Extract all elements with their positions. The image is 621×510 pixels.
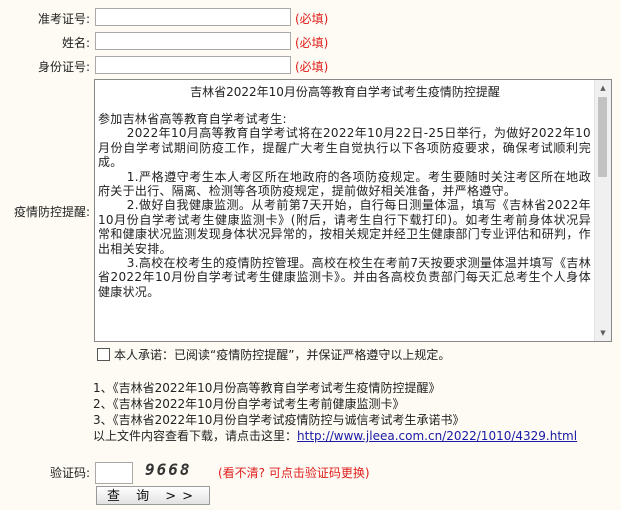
document-item: 2、《吉林省2022年10月份自学考试考生考前健康监测卡》 xyxy=(93,397,405,411)
download-line: 以上文件内容查看下载，请点击这里：http://www.jleea.com.cn… xyxy=(93,428,577,444)
scroll-up-arrow-icon[interactable]: ▲ xyxy=(595,80,611,96)
notice-body: 参加吉林省高等教育自学考试考生: 2022年10月高等教育自学考试将在2022年… xyxy=(98,112,591,339)
notice-paragraph: 2.做好自我健康监测。从考前第7天开始，自行每日测量体温，填写《吉林省2022年… xyxy=(98,198,591,256)
scroll-down-arrow-icon[interactable]: ▼ xyxy=(595,325,611,341)
captcha-image[interactable]: 9668 xyxy=(145,460,192,479)
name-required: (必填) xyxy=(295,36,329,50)
exam-id-row: 准考证号: (必填) xyxy=(0,8,621,28)
captcha-refresh-hint[interactable]: (看不清? 可点击验证码更换) xyxy=(218,464,370,481)
notice-scrollbar[interactable]: ▲ ▼ xyxy=(594,80,611,341)
id-card-row: 身份证号: (必填) xyxy=(0,56,621,76)
captcha-input[interactable] xyxy=(95,462,133,484)
notice-paragraph: 2022年10月高等教育自学考试将在2022年10月22日-25日举行，为做好2… xyxy=(98,126,591,170)
notice-textarea[interactable]: 吉林省2022年10月份高等教育自学考试考生疫情防控提醒 参加吉林省高等教育自学… xyxy=(94,79,612,342)
name-input[interactable] xyxy=(95,32,291,50)
exam-id-label: 准考证号: xyxy=(37,12,90,26)
notice-paragraph: 3.高校在校考生的疫情防控管理。高校在校生在考前7天按要求测量体温并填写《吉林省… xyxy=(98,256,591,299)
name-row: 姓名: (必填) xyxy=(0,32,621,52)
document-item: 3、《吉林省2022年10月份自学考试疫情防控与诚信考试考生承诺书》 xyxy=(93,413,465,427)
id-card-input[interactable] xyxy=(95,56,291,74)
scroll-thumb[interactable] xyxy=(598,97,607,177)
captcha-label: 验证码: xyxy=(49,466,90,480)
notice-label: 疫情防控提醒: xyxy=(13,205,90,219)
document-item: 1、《吉林省2022年10月份高等教育自学考试考生疫情防控提醒》 xyxy=(93,381,441,395)
promise-text: 本人承诺：已阅读“疫情防控提醒”，并保证严格遵守以上规定。 xyxy=(114,348,451,362)
id-card-label: 身份证号: xyxy=(37,60,90,74)
name-label: 姓名: xyxy=(61,36,90,50)
query-button[interactable]: 查 询 >> xyxy=(96,486,210,505)
id-card-required: (必填) xyxy=(295,60,329,74)
notice-title: 吉林省2022年10月份高等教育自学考试考生疫情防控提醒 xyxy=(190,85,500,99)
exam-id-input[interactable] xyxy=(95,8,291,26)
exam-id-required: (必填) xyxy=(295,12,329,26)
captcha-row: 验证码: 9668 (看不清? 可点击验证码更换) xyxy=(0,460,621,484)
promise-row[interactable]: 本人承诺：已阅读“疫情防控提醒”，并保证严格遵守以上规定。 xyxy=(97,346,450,363)
download-prefix: 以上文件内容查看下载，请点击这里： xyxy=(93,429,298,443)
notice-paragraph: 参加吉林省高等教育自学考试考生: xyxy=(98,112,287,126)
documents-list: 1、《吉林省2022年10月份高等教育自学考试考生疫情防控提醒》 2、《吉林省2… xyxy=(93,380,577,444)
promise-checkbox[interactable] xyxy=(97,348,110,361)
download-link[interactable]: http://www.jleea.com.cn/2022/1010/4329.h… xyxy=(297,429,577,443)
notice-paragraph: 1.严格遵守考生本人考区所在地政府的各项防疫规定。考生要随时关注考区所在地政府关… xyxy=(98,169,591,199)
